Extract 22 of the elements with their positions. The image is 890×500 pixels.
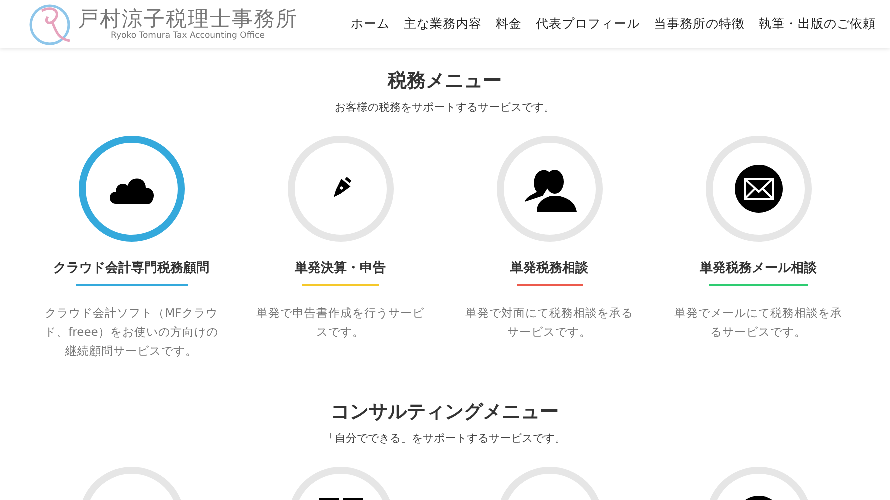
mail-icon bbox=[734, 165, 782, 213]
nav-link[interactable]: 料金 bbox=[496, 16, 522, 32]
nav-link[interactable]: 主な業務内容 bbox=[404, 16, 482, 32]
nav-link[interactable]: 代表プロフィール bbox=[536, 16, 640, 32]
section-title: 税務メニュー bbox=[388, 69, 502, 94]
nav-link[interactable]: 当事務所の特徴 bbox=[654, 16, 745, 32]
logo-title: 戸村涼子税理士事務所 bbox=[78, 7, 298, 31]
service-circle[interactable] bbox=[78, 136, 184, 242]
section-title: コンサルティングメニュー bbox=[331, 400, 559, 425]
service-title[interactable]: クラウド会計専門税務顧問 bbox=[54, 260, 210, 278]
nav-link[interactable]: 執筆・出版のご依頼 bbox=[759, 16, 876, 32]
logo-subtitle: Ryoko Tomura Tax Accounting Office bbox=[111, 31, 265, 41]
service-title[interactable]: 単発税務相談 bbox=[510, 260, 588, 278]
service-description: 単発でメールにて税務相談を承るサービスです。 bbox=[674, 305, 844, 341]
service-title[interactable]: 単発税務メール相談 bbox=[700, 260, 817, 278]
section-subtitle: お客様の税務をサポートするサービスです。 bbox=[335, 100, 555, 116]
service-description: 単発で対面にて税務相談を承るサービスです。 bbox=[464, 305, 634, 341]
nav-link[interactable]: ホーム bbox=[351, 16, 390, 32]
service-title[interactable]: 単発決算・申告 bbox=[295, 260, 386, 278]
service-description: 単発で申告書作成を行うサービスです。 bbox=[256, 305, 426, 341]
service-description: クラウド会計ソフト（MFクラウド、freee）をお使いの方向けの継続顧問サービスです。 bbox=[44, 305, 220, 360]
section-subtitle: 「自分でできる」をサポートするサービスです。 bbox=[324, 431, 566, 447]
